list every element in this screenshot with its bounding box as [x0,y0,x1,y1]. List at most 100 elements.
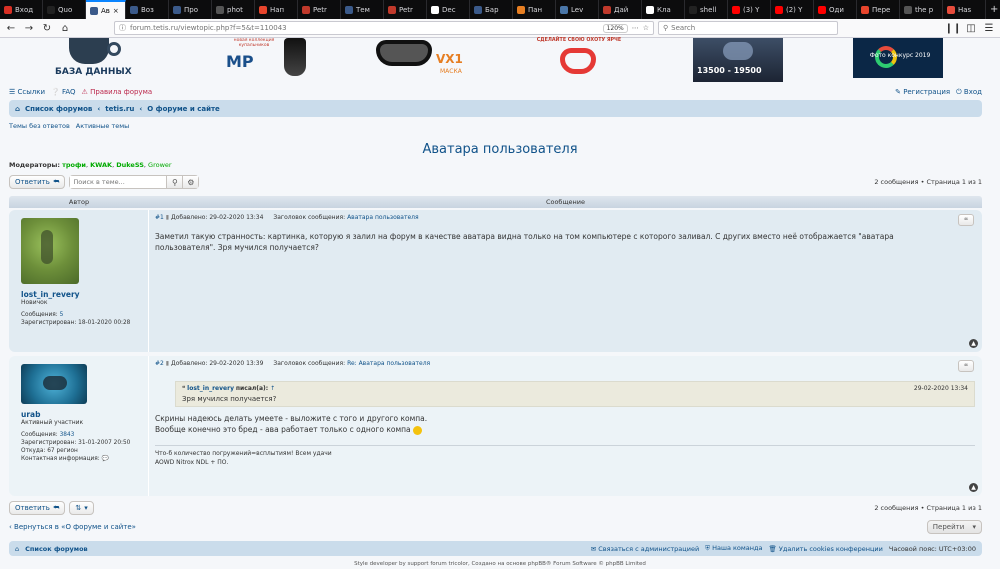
post-number[interactable]: #2 [155,360,164,367]
avatar[interactable] [21,218,79,284]
delete-cookies-link[interactable]: 🗑 Удалить cookies конференции [769,545,883,553]
mp-logo: MP [226,52,254,71]
browser-tab[interactable]: Вход [0,0,43,19]
new-tab-icon[interactable]: + [986,0,1000,19]
moderator-link[interactable]: DukeSS [116,161,144,169]
browser-tab[interactable]: shell [685,0,728,19]
contact-admin-link[interactable]: ✉ Связаться с администрацией [591,545,699,553]
browser-search-field[interactable]: ⚲ Search [658,21,838,35]
browser-tab[interactable]: Кла [642,0,685,19]
forum-icon [130,5,138,14]
reload-icon[interactable]: ↻ [40,21,54,35]
back-to-top-icon[interactable]: ▲ [969,339,978,348]
post-author[interactable]: lost_in_revery [21,290,136,299]
back-icon[interactable]: ← [4,21,18,35]
browser-tab[interactable]: the p [900,0,943,19]
avatar[interactable] [21,364,87,404]
browser-tab[interactable]: Тем [341,0,384,19]
bookmark-star-icon[interactable]: ☆ [643,24,649,32]
quote-button[interactable]: ❝ [958,214,974,226]
close-tab-icon[interactable]: × [113,7,119,15]
mp-swimwear-banner[interactable]: новая коллекция купальников MP [224,38,314,82]
home-icon: ⌂ [15,544,20,553]
message-column-header: Сообщение [545,198,586,206]
browser-tab[interactable]: Пере [857,0,900,19]
browser-tab[interactable]: Dec [427,0,470,19]
browser-tab[interactable]: Petr [384,0,427,19]
forward-icon[interactable]: → [22,21,36,35]
browser-tab[interactable]: Petr [298,0,341,19]
breadcrumb-tetis[interactable]: tetis.ru [105,105,134,113]
reply-button[interactable]: Ответить ⮪ [9,501,66,515]
c-icon [302,5,310,14]
login-link[interactable]: ⏻ Вход [956,88,982,97]
price-banner[interactable]: 13500 - 19500 [693,38,783,82]
topic-search-input[interactable] [70,176,167,188]
page-title[interactable]: Аватара пользователя [0,142,1000,157]
moderator-link[interactable]: KWAK [90,161,112,169]
return-link[interactable]: ‹ Вернуться в «О форуме и сайте» [9,523,136,531]
browser-tab[interactable]: Про [169,0,212,19]
rules-link[interactable]: ⚠ Правила форума [82,88,153,96]
browser-tab[interactable]: Quo [43,0,86,19]
contact-icon[interactable]: 💬 [102,456,109,462]
browser-tab[interactable]: Ав × [86,0,126,19]
browser-tab[interactable]: Lev [556,0,599,19]
browser-tab[interactable]: Пан [513,0,556,19]
author-rank: Активный участник [21,419,84,426]
messages-count[interactable]: 3843 [60,432,75,438]
forum-icon [345,5,353,14]
register-link[interactable]: ✎ Регистрация [895,88,950,96]
browser-tab[interactable]: phot [212,0,255,19]
team-link[interactable]: ⛨ Наша команда [705,544,762,553]
breadcrumb-forum-list[interactable]: Список форумов [25,105,92,113]
gear-icon[interactable]: ⚙ [182,176,199,188]
menu-icon[interactable]: ☰ [982,21,996,35]
return-label: Вернуться в «О форуме и сайте» [14,523,136,531]
browser-tab[interactable]: Has [943,0,986,19]
browser-tab[interactable]: Нап [255,0,298,19]
active-topics-link[interactable]: Активные темы [76,122,129,132]
browser-tab[interactable]: Дай [599,0,642,19]
links-menu[interactable]: ☰ Ссылки [9,88,45,96]
quote-author[interactable]: lost_in_revery [187,385,234,392]
messages-count[interactable]: 5 [60,312,64,318]
sort-options-button[interactable]: ⇅ ▾ [69,501,94,515]
hunting-banner[interactable]: СДЕЛАЙТЕ СВОЮ ОХОТУ ЯРЧЕ [534,38,624,82]
shield-icon: ⛨ [705,544,711,552]
subject-link[interactable]: Re: Аватара пользователя [347,360,430,367]
jump-to-button[interactable]: Перейти ▾ [926,520,982,534]
home-icon[interactable]: ⌂ [58,21,72,35]
quote-button[interactable]: ❝ [958,360,974,372]
reply-button[interactable]: Ответить ⮪ [9,175,66,189]
faq-link[interactable]: ❔ FAQ [51,88,76,96]
sidebar-icon[interactable]: ◫ [964,21,978,35]
photo-contest-banner[interactable]: Фото конкурс 2019 [853,38,943,78]
info-icon[interactable]: ⓘ [119,23,126,33]
post-number[interactable]: #1 [155,214,164,221]
browser-tab[interactable]: Оди [814,0,857,19]
browser-tab[interactable]: Бар [470,0,513,19]
url-bar[interactable]: ⓘ forum.tetis.ru/viewtopic.php?f=5&t=110… [114,21,654,35]
moderator-link[interactable]: Grower [148,161,172,169]
page-actions-icon[interactable]: ⋯ [632,24,639,32]
vx1-mask-banner[interactable]: VX1 МАСКА [374,38,474,82]
search-icon[interactable]: ⚲ [166,176,183,188]
library-icon[interactable]: ❙❙ [945,21,962,35]
breadcrumb-about-forum[interactable]: О форуме и сайте [147,105,220,113]
unanswered-topics-link[interactable]: Темы без ответов [9,122,70,132]
browser-tab[interactable]: (3) Y [728,0,771,19]
topic-search: ⚲ ⚙ [69,175,200,189]
post-author[interactable]: urab [21,410,136,419]
browser-tab[interactable]: (2) Y [771,0,814,19]
database-banner[interactable]: БАЗА ДАННЫХ [49,38,149,82]
browser-tab[interactable]: Воз [126,0,169,19]
quote-arrow-icon[interactable]: ↑ [270,385,275,392]
zoom-indicator[interactable]: 120% [602,23,628,33]
tab-label: shell [700,5,717,14]
diver-figure [43,376,67,390]
moderator-link[interactable]: трофи [62,161,86,169]
subject-link[interactable]: Аватара пользователя [347,214,419,221]
back-to-top-icon[interactable]: ▲ [969,483,978,492]
footer-forum-list[interactable]: Список форумов [25,545,88,553]
